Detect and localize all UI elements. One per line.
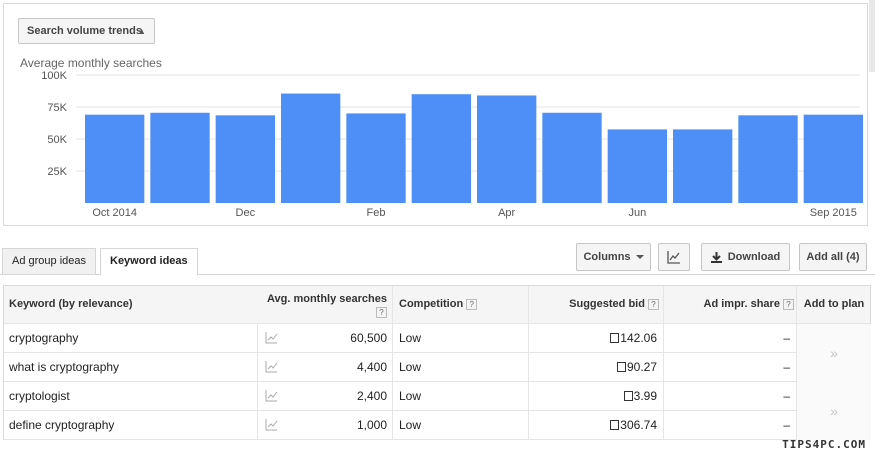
competition-cell: Low — [392, 324, 528, 352]
chart-bar[interactable] — [607, 129, 667, 203]
y-tick-label: 100K — [41, 70, 67, 82]
trend-chart-icon[interactable] — [265, 390, 278, 402]
ad-impr-share-cell: – — [663, 382, 796, 410]
bid-value: 90.27 — [626, 360, 657, 374]
add-all-label: Add all (4) — [806, 251, 860, 263]
table-header: Keyword (by relevance) Avg. monthly sear… — [4, 286, 870, 324]
header-searches-label: Avg. monthly searches — [266, 293, 387, 305]
download-label: Download — [727, 251, 781, 263]
tab-label: Ad group ideas — [12, 255, 86, 267]
currency-symbol-icon — [610, 333, 620, 343]
chart-bar[interactable] — [803, 114, 863, 203]
keyword-ideas-table: Keyword (by relevance) Avg. monthly sear… — [3, 285, 871, 440]
ad-impr-share-cell: – — [663, 353, 796, 381]
y-tick-label: 25K — [47, 166, 67, 178]
chart-bar[interactable] — [673, 129, 733, 203]
trend-chart-icon[interactable] — [265, 361, 278, 373]
chart-bar[interactable] — [215, 115, 275, 203]
x-tick-label: Dec — [236, 207, 256, 219]
keyword-cell[interactable]: what is cryptography — [9, 353, 119, 381]
competition-cell: Low — [392, 411, 528, 439]
header-ad-impr-share[interactable]: Ad impr. share ? — [663, 286, 796, 323]
chart-bar[interactable] — [85, 114, 145, 203]
line-chart-icon — [667, 251, 680, 264]
searches-value: 2,400 — [356, 389, 387, 403]
chart-bar[interactable] — [411, 94, 471, 203]
suggested-bid-cell: 306.74 — [528, 411, 663, 439]
header-competition[interactable]: Competition ? — [392, 286, 528, 323]
searches-value: 4,400 — [356, 360, 387, 374]
header-competition-label: Competition — [399, 298, 464, 310]
ad-impr-share-cell: – — [663, 411, 796, 439]
chart-bar[interactable] — [281, 93, 341, 203]
currency-symbol-icon — [616, 362, 626, 372]
ad-impr-share-cell: – — [663, 324, 796, 352]
bid-value: 306.74 — [620, 418, 657, 432]
header-impr-label: Ad impr. share — [703, 298, 780, 310]
searches-cell: 2,400 — [257, 382, 392, 410]
bid-value: 142.06 — [620, 331, 657, 345]
watermark-text: TIPS4PC.COM — [782, 438, 866, 451]
trend-chart-icon[interactable] — [265, 332, 278, 344]
tab-keyword-ideas[interactable]: Keyword ideas — [100, 248, 198, 276]
bid-value: 3.99 — [633, 389, 657, 403]
x-tick-label: Feb — [367, 207, 386, 219]
columns-label: Columns — [583, 251, 631, 263]
chart-toggle-button[interactable] — [658, 243, 690, 271]
searches-value: 60,500 — [350, 331, 387, 345]
suggested-bid-cell: 90.27 — [528, 353, 663, 381]
suggested-bid-cell: 3.99 — [528, 382, 663, 410]
help-icon[interactable]: ? — [648, 298, 659, 310]
currency-symbol-icon — [610, 420, 620, 430]
keyword-cell[interactable]: cryptologist — [9, 382, 70, 410]
header-bid-label: Suggested bid — [569, 298, 645, 310]
download-icon — [710, 251, 722, 263]
trend-chart-icon[interactable] — [265, 419, 278, 431]
table-row: cryptography 60,500 Low 142.06– — [4, 324, 870, 353]
keyword-cell[interactable]: define cryptography — [9, 411, 114, 439]
searches-value: 1,000 — [356, 418, 387, 432]
x-tick-label: Sep 2015 — [810, 207, 857, 219]
chart-bar[interactable] — [738, 115, 798, 203]
tab-label: Keyword ideas — [110, 255, 188, 267]
columns-button[interactable]: Columns — [576, 243, 651, 271]
chart-bar[interactable] — [150, 112, 210, 203]
add-all-button[interactable]: Add all (4) — [799, 243, 867, 271]
download-button[interactable]: Download — [701, 243, 790, 271]
tab-ad-group-ideas[interactable]: Ad group ideas — [2, 248, 96, 275]
table-row: define cryptography 1,000 Low 306.74– — [4, 411, 870, 440]
competition-cell: Low — [392, 353, 528, 381]
header-add-to-plan: Add to plan — [796, 286, 871, 323]
y-tick-label: 50K — [47, 134, 67, 146]
help-icon[interactable]: ? — [466, 298, 478, 310]
currency-symbol-icon — [623, 391, 633, 401]
suggested-bid-cell: 142.06 — [528, 324, 663, 352]
help-icon[interactable]: ? — [783, 298, 794, 310]
page-scrollbar[interactable] — [869, 0, 875, 72]
x-tick-label: Apr — [498, 207, 515, 219]
y-tick-label: 75K — [47, 102, 67, 114]
chart-bar[interactable] — [346, 113, 406, 203]
table-row: what is cryptography 4,400 Low 90.27– — [4, 353, 870, 382]
chart-bar[interactable] — [477, 95, 537, 203]
searches-cell: 1,000 — [257, 411, 392, 439]
x-tick-label: Oct 2014 — [92, 207, 137, 219]
searches-cell: 60,500 — [257, 324, 392, 352]
table-row: cryptologist 2,400 Low 3.99– — [4, 382, 870, 411]
bar-chart: 25K 50K 75K 100K Oct 2014 Dec Feb Apr Jun Sep 201… — [41, 70, 863, 219]
x-tick-label: Jun — [628, 207, 646, 219]
keyword-cell[interactable]: cryptography — [9, 324, 78, 352]
add-to-plan-button[interactable]: » — [796, 382, 871, 440]
help-icon[interactable]: ? — [376, 306, 387, 318]
competition-cell: Low — [392, 382, 528, 410]
header-suggested-bid[interactable]: Suggested bid ? — [528, 286, 663, 323]
chart-bar[interactable] — [542, 112, 602, 203]
chevron-down-icon — [635, 255, 644, 260]
searches-cell: 4,400 — [257, 353, 392, 381]
add-to-plan-button[interactable]: » — [796, 324, 871, 382]
